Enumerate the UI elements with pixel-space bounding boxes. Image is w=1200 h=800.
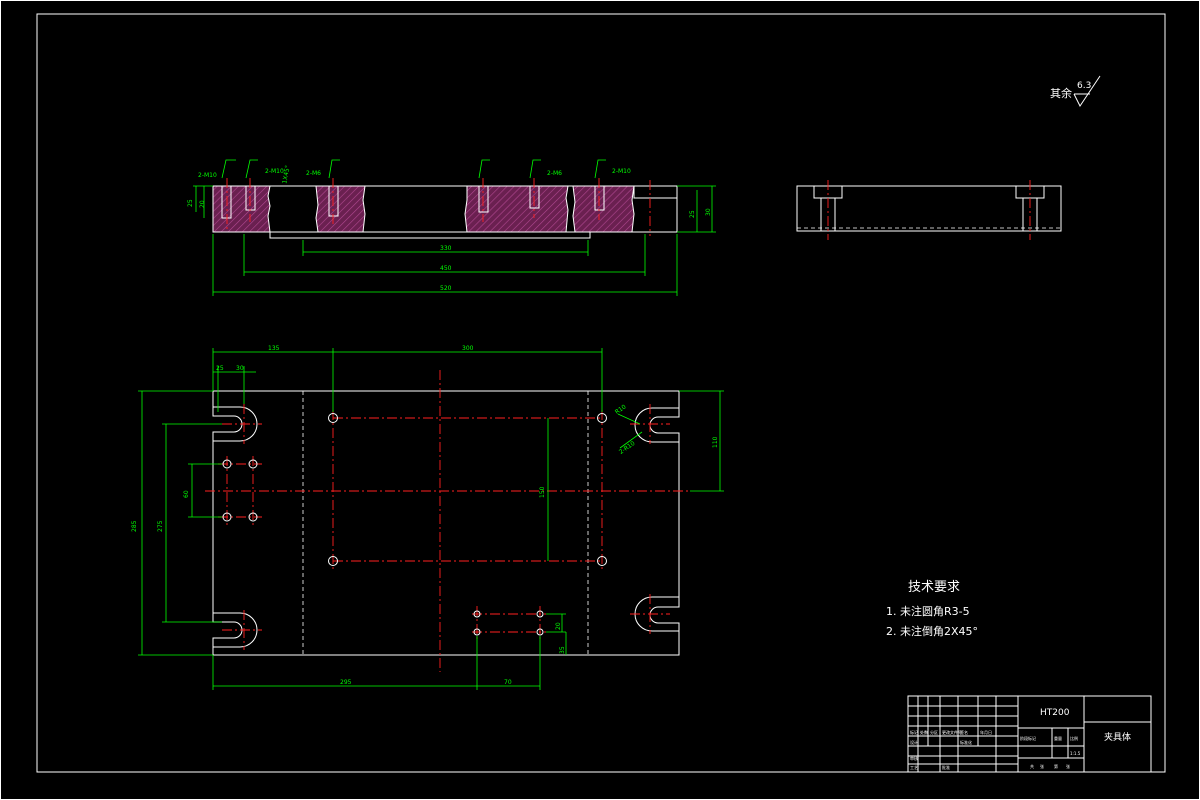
plan-view: 135 300 25 30 285 275 60 150 110 R10 2-R…: [131, 345, 724, 690]
tb-cell-1: 处数: [920, 729, 928, 735]
tb-cell-11: 审核: [910, 755, 918, 761]
dim-slot-r: R10: [614, 403, 628, 416]
section-hatch-3: [464, 185, 569, 233]
tb-cell-12: 工艺: [910, 765, 918, 770]
dim-left-30: 30: [236, 365, 244, 372]
dim-bottom-70: 70: [504, 679, 512, 686]
dim-center-span: 330: [440, 245, 452, 252]
tb-cell-16: 第: [1054, 763, 1058, 769]
tb-cell-6: 设计: [910, 739, 918, 745]
tech-requirements: 技术要求 1. 未注圆角R3-5 2. 未注倒角2X45°: [886, 580, 978, 638]
tb-cell-4: 签名: [960, 729, 968, 735]
tb-cell-7: 标准化: [960, 739, 972, 745]
dim-top-135: 135: [268, 345, 280, 352]
drawing-canvas: 其余 6.3 2-M10 2-M10 2-M6 2-M6 2-M10 1X45°…: [0, 0, 1200, 800]
part-name: 夹具体: [1104, 731, 1131, 743]
tech-requirements-title: 技术要求: [908, 580, 960, 595]
roughness-value: 6.3: [1077, 81, 1091, 91]
dim-height-right: 25: [689, 210, 696, 218]
dim-hole-60: 60: [183, 490, 190, 498]
dim-left-25: 25: [216, 365, 224, 372]
dim-slot-35: 35: [559, 646, 566, 654]
tech-requirement-1: 1. 未注圆角R3-5: [886, 604, 970, 618]
tb-cell-0: 标记: [910, 729, 918, 735]
dim-thread-4: 2-M6: [547, 170, 562, 177]
dim-height: 30: [705, 208, 712, 216]
dim-depth-left: 25: [187, 199, 194, 207]
tech-requirement-2: 2. 未注倒角2X45°: [886, 624, 978, 638]
outer-frame: [0, 0, 1200, 800]
material-label: HT200: [1040, 708, 1070, 718]
dim-height-150: 150: [539, 486, 546, 498]
tb-cell-15: 张: [1040, 763, 1044, 769]
dim-overall-width: 520: [440, 285, 452, 292]
section-hatch-2: [315, 185, 366, 233]
dim-thread-5: 2-M10: [612, 168, 631, 175]
tb-cell-2: 分区: [930, 729, 938, 735]
side-view: [796, 180, 1062, 240]
dim-bottom-295: 295: [340, 679, 352, 686]
title-block: HT200 夹具体 标记 处数 分区 更改文件号 签名 年月日 设计 标准化 阶…: [907, 695, 1152, 773]
tb-cell-17: 张: [1066, 763, 1070, 769]
dim-thread-1: 2-M10: [198, 172, 217, 179]
inner-frame: [36, 13, 1166, 773]
dim-height-285: 285: [131, 520, 138, 532]
tb-cell-5: 年月日: [980, 729, 992, 735]
section-view: 2-M10 2-M10 2-M6 2-M6 2-M10 1X45° 25 20 …: [187, 159, 716, 296]
dim-depth-left2: 20: [199, 200, 206, 208]
tb-cell-3: 更改文件号: [942, 729, 962, 735]
tb-cell-13: 批准: [942, 764, 950, 770]
dim-right-110: 110: [712, 436, 719, 448]
tb-cell-9: 重量: [1054, 735, 1062, 741]
roughness-symbol: 其余 6.3: [1050, 75, 1101, 107]
dim-thread-2: 2-M10: [265, 168, 284, 175]
tb-cell-18: 1:1.5: [1070, 751, 1081, 756]
tb-cell-14: 共: [1030, 763, 1034, 769]
dim-inner-width: 450: [440, 265, 452, 272]
dim-height-275: 275: [157, 520, 164, 532]
dim-slot-20: 20: [555, 622, 562, 630]
tb-cell-8: 阶段标记: [1020, 735, 1036, 741]
dim-thread-3: 2-M6: [306, 170, 321, 177]
roughness-label: 其余: [1050, 86, 1072, 100]
dim-top-300: 300: [462, 345, 474, 352]
tb-cell-10: 比例: [1070, 735, 1078, 741]
